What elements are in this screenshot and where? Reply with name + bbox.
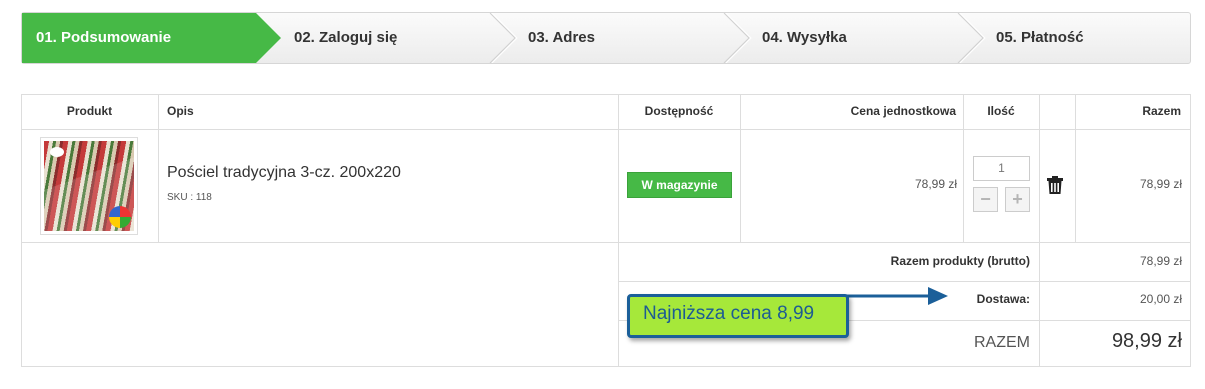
- header-divider: [21, 129, 1191, 130]
- table-border-right: [1190, 94, 1191, 367]
- products-total-label: Razem produkty (brutto): [890, 254, 1030, 268]
- annotation-text: Najniższa cena 8,99: [643, 303, 815, 324]
- cart-table: Produkt Opis Dostępność Cena jednostkowa…: [21, 94, 1191, 367]
- quantity-input[interactable]: 1: [973, 156, 1030, 181]
- trash-icon[interactable]: [1047, 176, 1063, 194]
- header-unit-price: Cena jednostkowa: [850, 104, 956, 118]
- header-description: Opis: [167, 104, 194, 118]
- availability-badge: W magazynie: [627, 172, 732, 198]
- step-address[interactable]: 03. Adres: [514, 13, 595, 63]
- product-sku: SKU : 118: [167, 192, 212, 203]
- grand-total-value: 98,99 zł: [1111, 330, 1182, 352]
- annotation-callout: Najniższa cena 8,99: [627, 294, 849, 338]
- grand-total-label: RAZEM: [974, 334, 1030, 351]
- step-shipping[interactable]: 04. Wysyłka: [748, 13, 847, 63]
- step-login[interactable]: 02. Zaloguj się: [280, 13, 397, 63]
- step-separator: [489, 13, 516, 63]
- shipping-label: Dostawa:: [976, 292, 1030, 306]
- line-total: 78,99 zł: [1139, 177, 1182, 191]
- step-summary[interactable]: 01. Podsumowanie: [22, 13, 171, 63]
- shipping-value: 20,00 zł: [1139, 292, 1182, 306]
- header-quantity: Ilość: [987, 104, 1015, 118]
- summary-divider: [618, 281, 1191, 282]
- product-name[interactable]: Pościel tradycyjna 3-cz. 200x220: [167, 164, 401, 182]
- quantity-increase-button[interactable]: +: [1005, 187, 1030, 212]
- header-total: Razem: [1142, 104, 1181, 118]
- column-divider: [618, 94, 619, 367]
- product-image: [44, 141, 134, 231]
- table-border-bottom: [21, 366, 1191, 367]
- column-divider: [1039, 94, 1040, 367]
- step-separator: [723, 13, 750, 63]
- row-divider: [21, 242, 1191, 243]
- step-separator: [957, 13, 984, 63]
- step-payment[interactable]: 05. Płatność: [982, 13, 1084, 63]
- quantity-decrease-button[interactable]: −: [973, 187, 998, 212]
- header-product: Produkt: [66, 104, 113, 118]
- checkout-steps: 01. Podsumowanie 02. Zaloguj się 03. Adr…: [21, 12, 1191, 64]
- table-border-left: [21, 94, 22, 367]
- header-availability: Dostępność: [644, 104, 714, 118]
- unit-price: 78,99 zł: [914, 177, 957, 191]
- products-total-value: 78,99 zł: [1139, 254, 1182, 268]
- column-divider: [158, 94, 159, 242]
- product-thumbnail[interactable]: [40, 137, 138, 235]
